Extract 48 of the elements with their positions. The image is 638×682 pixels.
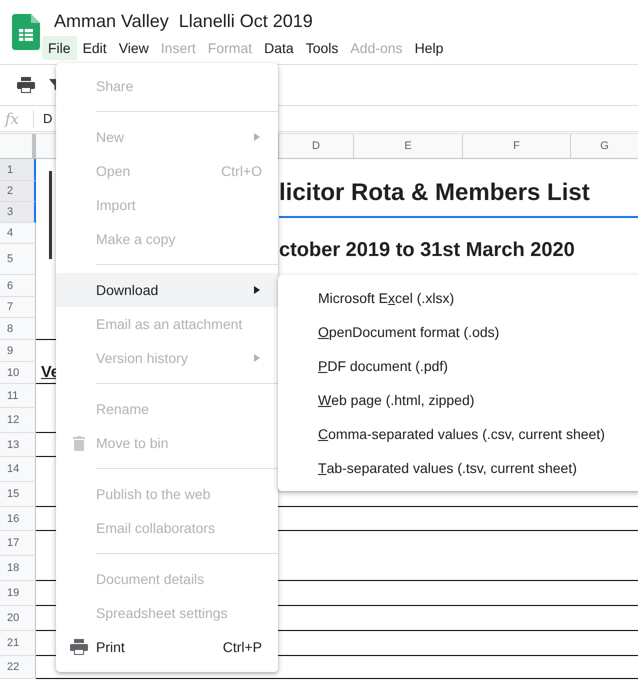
row-header[interactable]: 22 <box>0 656 36 679</box>
menu-item[interactable]: OpenDocument format (.ods) <box>278 315 638 349</box>
menu-item[interactable]: Print Ctrl+P <box>56 630 278 664</box>
row-header[interactable]: 6 <box>0 275 36 297</box>
row-header[interactable]: 8 <box>0 318 36 340</box>
row-header[interactable]: 20 <box>0 606 36 631</box>
menu-item[interactable]: PDF document (.pdf) <box>278 349 638 383</box>
row-header[interactable]: 10 <box>0 362 36 384</box>
row-header[interactable]: 3 <box>0 202 36 223</box>
document-title[interactable]: Amman Valley Llanelli Oct 2019 <box>54 10 450 32</box>
menu-item[interactable]: Download <box>56 273 278 307</box>
row-header[interactable]: 13 <box>0 433 36 457</box>
row-header[interactable]: 15 <box>0 482 36 507</box>
formula-label: fx <box>3 110 20 128</box>
menu-item[interactable]: Comma-separated values (.csv, current sheet) <box>278 417 638 451</box>
row-header[interactable]: 18 <box>0 556 36 581</box>
sheet-title: licitor Rota & Members List <box>279 179 638 218</box>
row-header[interactable]: 14 <box>0 457 36 482</box>
menu-item[interactable]: Help <box>408 36 450 60</box>
menu-item[interactable]: Web page (.html, zipped) <box>278 383 638 417</box>
menu-item[interactable]: Tools <box>300 36 344 60</box>
menu-item[interactable]: Microsoft Excel (.xlsx) <box>278 281 638 315</box>
row-header[interactable]: 19 <box>0 581 36 606</box>
column-header[interactable]: F <box>462 134 570 158</box>
row-header[interactable]: 21 <box>0 631 36 656</box>
print-icon[interactable] <box>17 77 35 93</box>
menu-item[interactable]: View <box>112 36 155 60</box>
menu-item[interactable]: Tab-separated values (.tsv, current sheet) <box>278 451 638 485</box>
row-header[interactable]: 7 <box>0 297 36 318</box>
menu-item[interactable]: Edit <box>76 36 113 60</box>
row-header[interactable]: 4 <box>0 223 36 244</box>
print-icon <box>70 639 88 655</box>
formula-input[interactable]: D <box>43 111 52 126</box>
row-header[interactable]: 17 <box>0 531 36 556</box>
row-header[interactable]: 11 <box>0 384 36 408</box>
row-header[interactable]: 5 <box>0 244 36 275</box>
menu-item[interactable]: Data <box>258 36 300 60</box>
column-header[interactable]: E <box>353 134 462 158</box>
row-header[interactable]: 12 <box>0 408 36 433</box>
row-header[interactable]: 2 <box>0 181 36 202</box>
row-header[interactable]: 16 <box>0 507 36 531</box>
sheet-subtitle: ctober 2019 to 31st March 2020 <box>279 239 575 262</box>
row-header[interactable]: 1 <box>0 159 36 181</box>
sheets-logo-icon[interactable] <box>12 14 40 50</box>
trash-icon <box>73 436 85 450</box>
row-header[interactable]: 9 <box>0 340 36 362</box>
column-header[interactable]: G <box>570 134 638 158</box>
menu-item[interactable]: File <box>42 36 77 60</box>
